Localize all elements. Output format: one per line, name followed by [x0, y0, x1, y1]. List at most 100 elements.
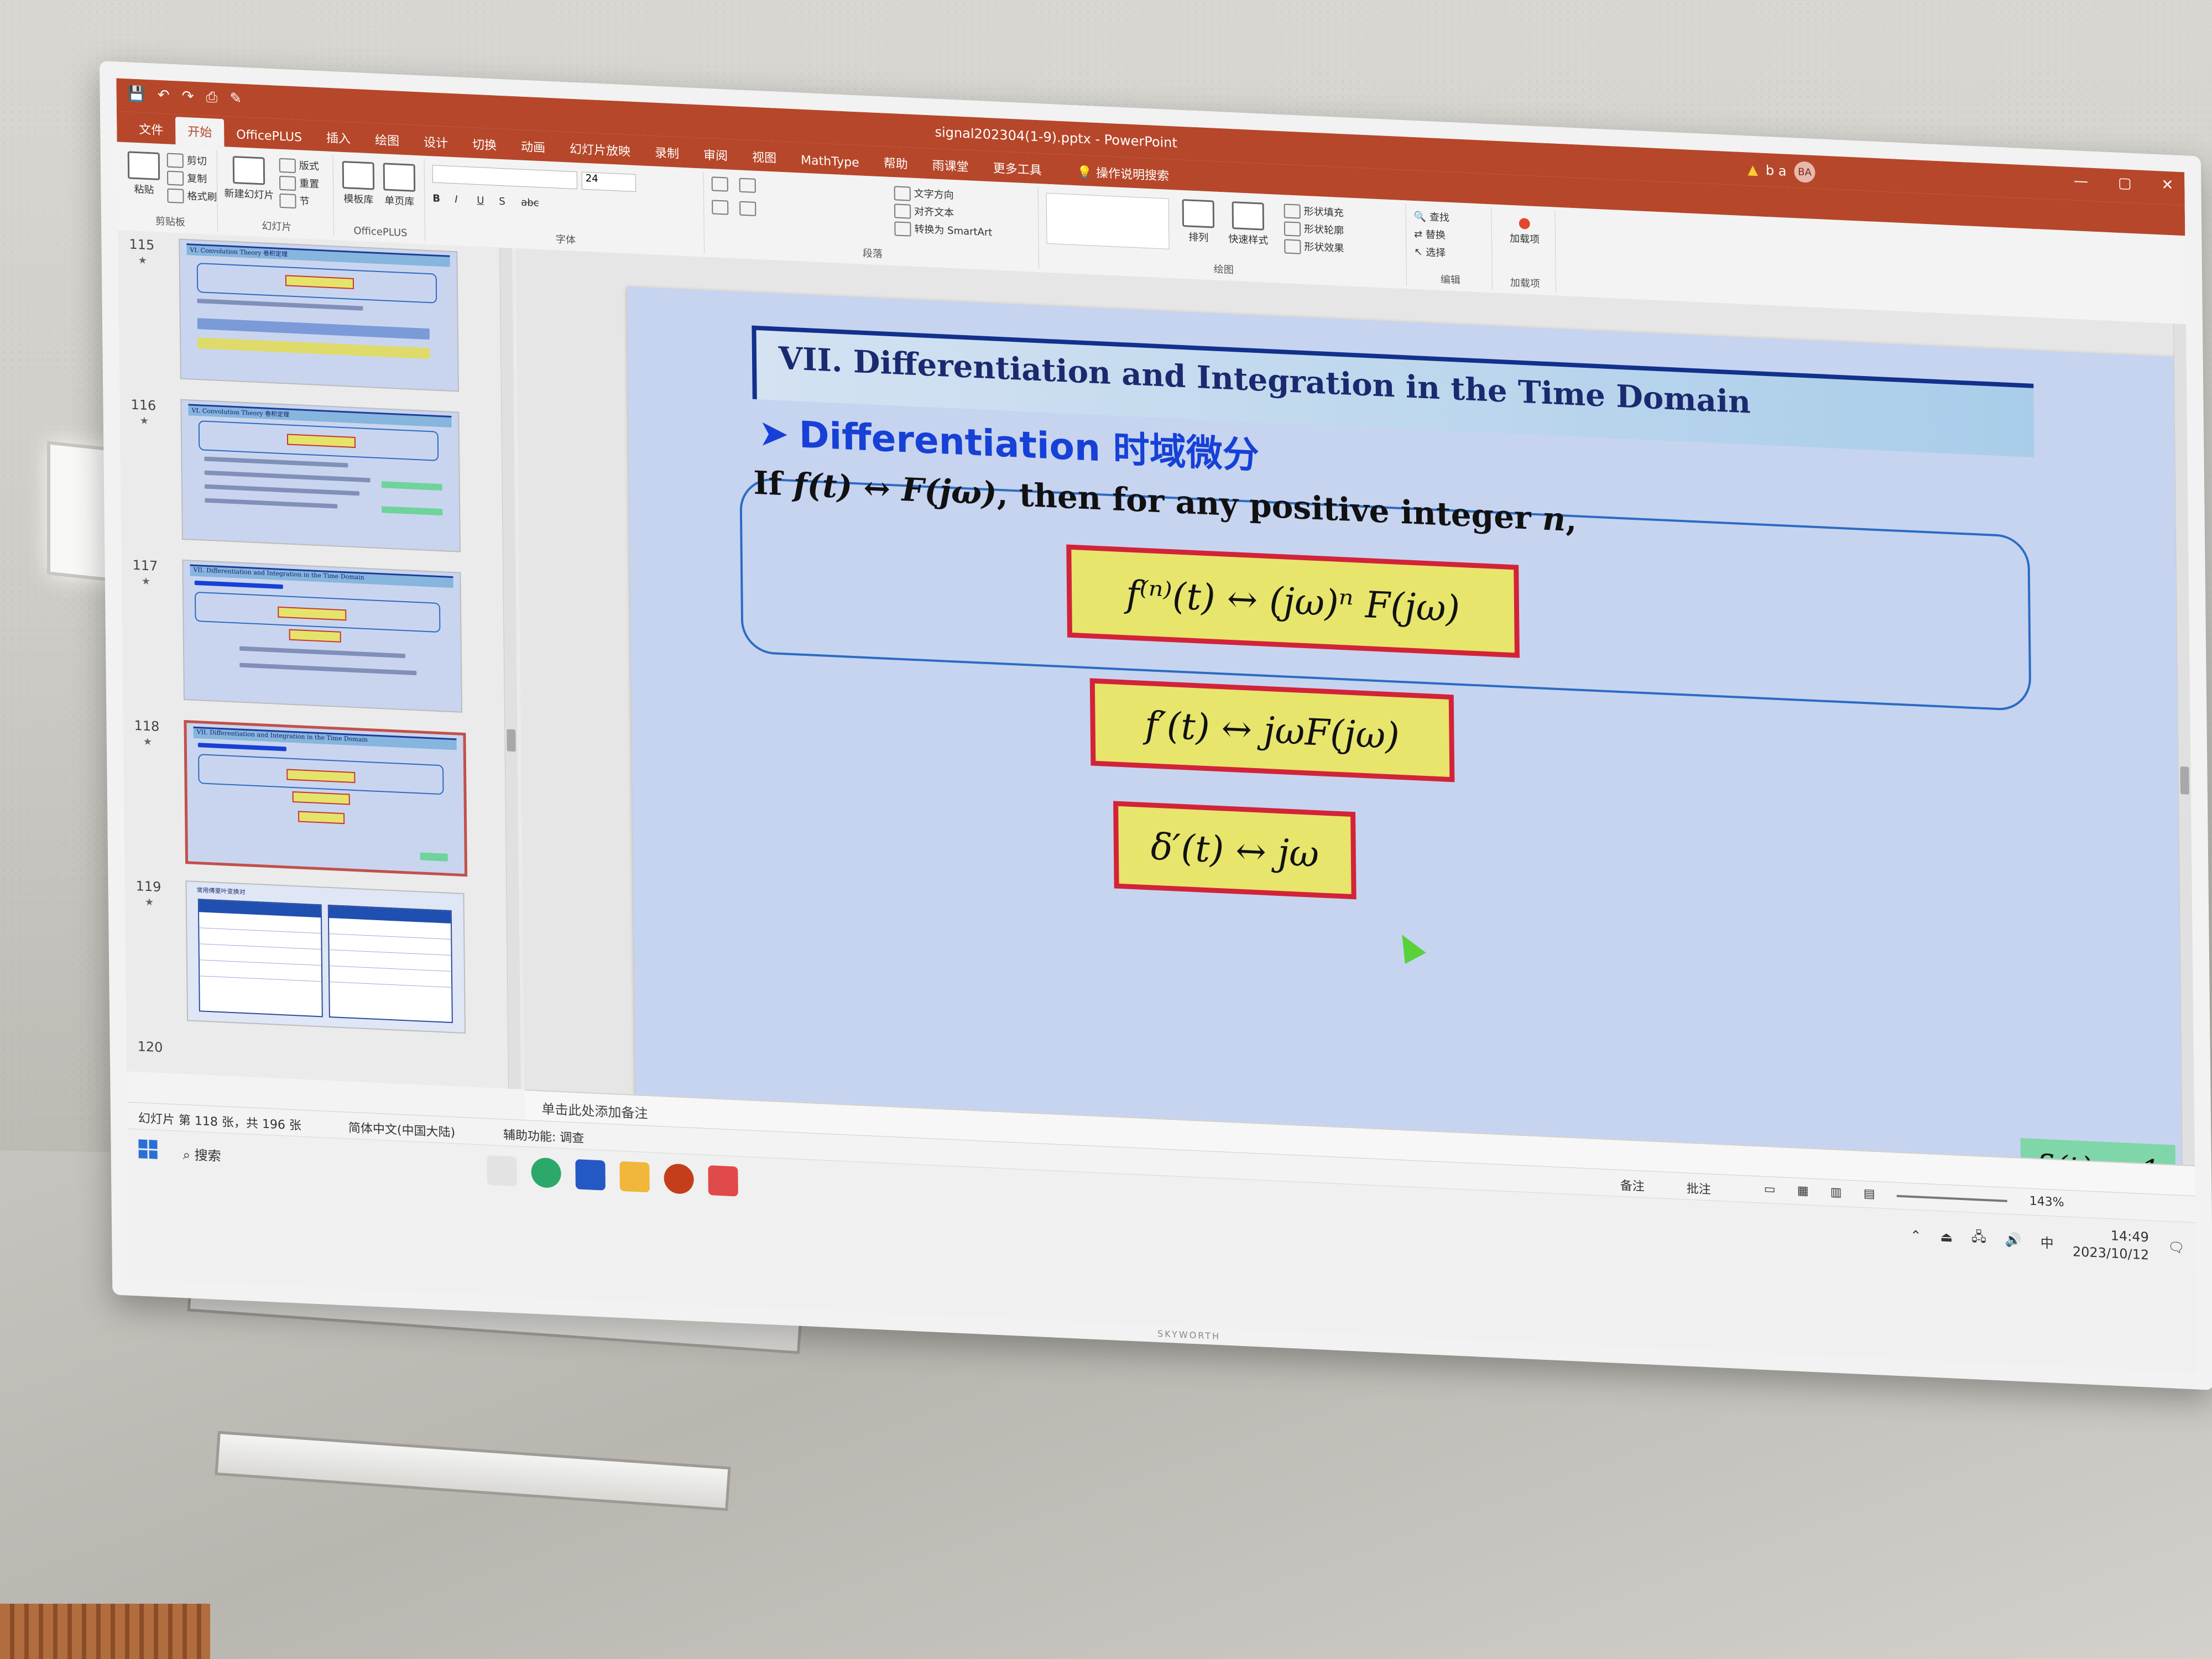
thumb-text [194, 580, 283, 589]
zoom-level[interactable]: 143% [2030, 1194, 2064, 1210]
maximize-button[interactable]: ▢ [2118, 175, 2132, 192]
cut-button[interactable]: 剪切 [166, 152, 207, 169]
align-left-button[interactable] [712, 200, 732, 215]
bullets-button[interactable] [711, 176, 732, 192]
system-clock[interactable]: 14:49 2023/10/12 [2072, 1225, 2150, 1264]
accessibility-status[interactable]: 辅助功能: 调查 [503, 1125, 585, 1146]
italic-button[interactable]: I [455, 194, 458, 205]
single-page-library-button[interactable]: 单页库 [380, 163, 419, 208]
network-icon[interactable]: 🖧 [1971, 1227, 1986, 1250]
task-view-icon[interactable] [487, 1155, 517, 1187]
volume-icon[interactable]: 🔊 [2005, 1232, 2022, 1248]
tab-review[interactable]: 审阅 [691, 145, 740, 170]
quick-styles-button[interactable]: 快速样式 [1223, 201, 1274, 247]
slideshow-view-icon[interactable]: ▤ [1864, 1187, 1875, 1201]
app-icon-ff[interactable] [708, 1165, 738, 1197]
avatar[interactable]: BA [1794, 161, 1815, 183]
zoom-slider[interactable] [1896, 1194, 2007, 1202]
addins-button[interactable]: ● 加载项 [1500, 213, 1550, 247]
file-explorer-icon[interactable] [619, 1161, 650, 1193]
thumb-text [382, 506, 443, 516]
align-center-button[interactable] [739, 201, 759, 217]
tab-more-tools[interactable]: 更多工具 [980, 158, 1053, 184]
tab-help[interactable]: 帮助 [871, 153, 920, 178]
shape-effects-button[interactable]: 形状效果 [1284, 238, 1344, 256]
close-button[interactable]: ✕ [2161, 176, 2173, 194]
minimize-button[interactable]: — [2074, 173, 2088, 190]
smartart-label: 转换为 SmartArt [914, 223, 993, 239]
notes-toggle-button[interactable]: 备注 [1620, 1176, 1645, 1194]
reset-button[interactable]: 重置 [279, 175, 319, 192]
print-icon[interactable]: ⎙ [206, 89, 217, 107]
copy-button[interactable]: 复制 [167, 170, 207, 187]
thumb-text [420, 852, 448, 862]
thumbnail-slide-116[interactable]: VI. Convolution Theory 卷积定理 [180, 399, 461, 552]
align-text-button[interactable]: 对齐文本 [894, 202, 954, 221]
thumb-text [204, 484, 359, 496]
chevron-up-icon[interactable]: ⌃ [1910, 1228, 1921, 1244]
font-size-select[interactable]: 24 [581, 171, 636, 192]
scrollbar-thumb[interactable] [507, 729, 516, 752]
template-library-button[interactable]: 模板库 [339, 160, 378, 207]
user-account[interactable]: ▲ b a BA [1747, 159, 1815, 183]
tab-file[interactable]: 文件 [127, 119, 175, 144]
undo-icon[interactable]: ↶ [158, 87, 170, 105]
tab-view[interactable]: 视图 [740, 147, 789, 173]
save-icon[interactable]: 💾 [127, 85, 145, 103]
slide-sorter-icon[interactable]: ▦ [1797, 1184, 1809, 1198]
scrollbar-thumb[interactable] [2180, 766, 2189, 795]
thumbnail-slide-117[interactable]: VII. Differentiation and Integration in … [182, 559, 462, 713]
group-font: 24 B I U S abc 字体 [426, 159, 705, 254]
find-button[interactable]: 🔍 查找 [1414, 208, 1449, 225]
shadow-button[interactable]: S [499, 196, 505, 208]
text-direction-button[interactable]: 文字方向 [894, 185, 954, 203]
redo-icon[interactable]: ↷ [182, 88, 194, 106]
shape-fill-button[interactable]: 形状填充 [1284, 202, 1344, 221]
thumbnail-slide-119[interactable]: 常用傅里叶变换对 [185, 880, 466, 1034]
tab-rain-classroom[interactable]: 雨课堂 [920, 155, 980, 181]
comments-toggle-button[interactable]: 批注 [1687, 1178, 1711, 1197]
taskbar-search[interactable]: ⌕ 搜索 [182, 1144, 221, 1165]
star-icon: ★ [139, 415, 149, 427]
underline-button[interactable]: U [477, 195, 484, 207]
tab-record[interactable]: 录制 [643, 143, 691, 168]
tab-design[interactable]: 设计 [411, 132, 460, 158]
shapes-gallery[interactable] [1046, 192, 1170, 249]
bold-button[interactable]: B [432, 192, 440, 205]
replace-button[interactable]: ⇄ 替换 [1414, 226, 1446, 242]
powerpoint-icon[interactable] [664, 1163, 694, 1194]
reading-view-icon[interactable]: ▥ [1830, 1185, 1842, 1199]
numbering-button[interactable] [739, 178, 759, 194]
notification-icon[interactable]: 🗨 [2168, 1239, 2185, 1255]
tab-draw[interactable]: 绘图 [363, 130, 411, 155]
font-family-select[interactable] [432, 165, 577, 190]
thumbnail-slide-115[interactable]: VI. Convolution Theory 卷积定理 [179, 238, 459, 392]
pen-icon[interactable]: ✎ [229, 90, 242, 108]
current-slide[interactable]: VII. Differentiation and Integration in … [627, 286, 2190, 1223]
strikethrough-button[interactable]: abc [521, 197, 539, 209]
usb-icon[interactable]: ⏏ [1940, 1229, 1953, 1245]
matlab-icon[interactable] [575, 1159, 606, 1191]
start-button[interactable] [138, 1139, 158, 1159]
app-icon-green[interactable] [531, 1157, 561, 1189]
select-button[interactable]: ↖ 选择 [1414, 244, 1446, 260]
shape-outline-button[interactable]: 形状轮廓 [1284, 220, 1344, 238]
normal-view-icon[interactable]: ▭ [1764, 1182, 1776, 1197]
tab-insert[interactable]: 插入 [314, 128, 363, 153]
paste-button[interactable]: 粘贴 [127, 151, 161, 197]
tab-home[interactable]: 开始 [175, 117, 225, 147]
section-button[interactable]: 节 [279, 192, 310, 209]
text-direction-label: 文字方向 [914, 187, 954, 202]
format-painter-button[interactable]: 格式刷 [167, 187, 217, 205]
star-icon: ★ [138, 254, 147, 267]
tab-animations[interactable]: 动画 [509, 137, 557, 162]
layout-button[interactable]: 版式 [279, 157, 319, 174]
new-slide-button[interactable]: 新建幻灯片 [224, 155, 274, 202]
smartart-button[interactable]: 转换为 SmartArt [894, 220, 992, 240]
tab-transitions[interactable]: 切换 [460, 134, 509, 160]
arrange-button[interactable]: 排列 [1179, 199, 1218, 245]
tab-slideshow[interactable]: 幻灯片放映 [557, 139, 643, 166]
language-indicator[interactable]: 简体中文(中国大陆) [348, 1118, 455, 1141]
thumbnail-slide-118[interactable]: VII. Differentiation and Integration in … [184, 719, 468, 877]
ime-indicator[interactable]: 中 [2041, 1232, 2054, 1251]
